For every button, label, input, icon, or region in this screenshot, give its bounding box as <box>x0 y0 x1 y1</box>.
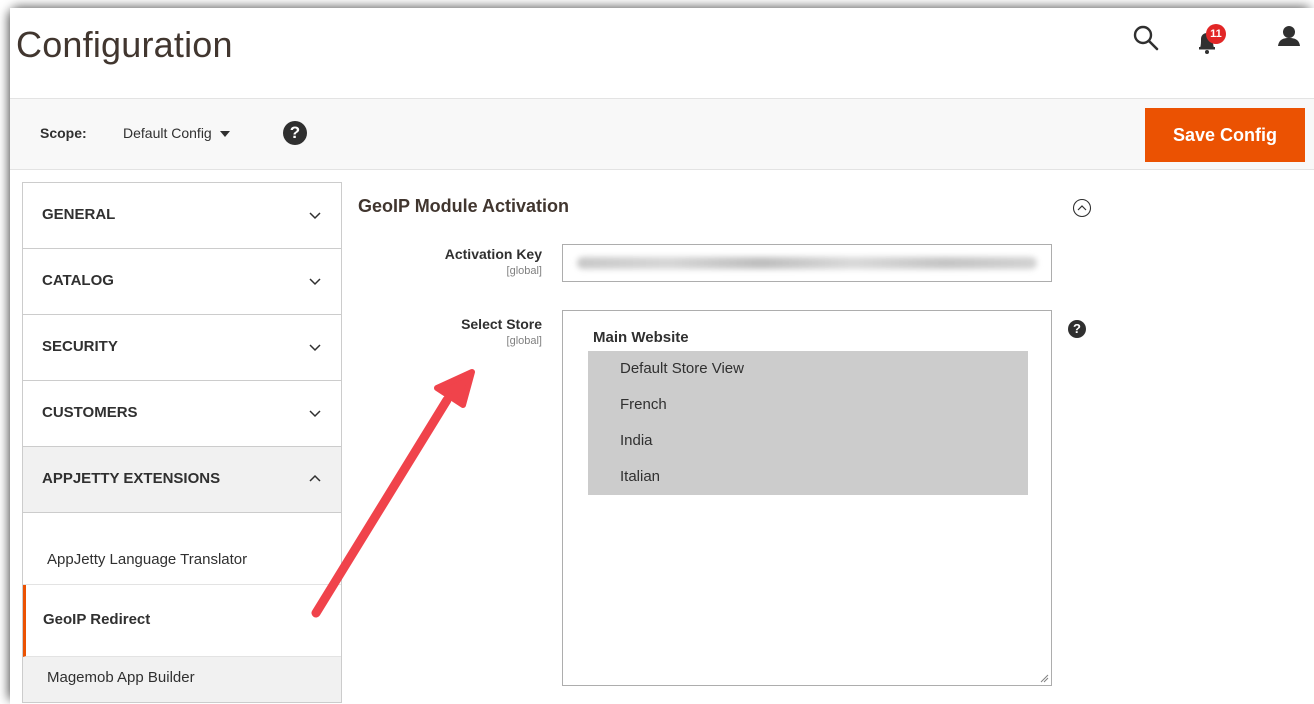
store-option-label: India <box>620 432 653 449</box>
store-option[interactable]: Italian <box>588 459 1028 495</box>
section-title[interactable]: GeoIP Module Activation <box>358 196 569 217</box>
select-store-label: Select Store <box>461 316 542 332</box>
page-header: Configuration 11 <box>10 8 1314 99</box>
chevron-down-icon <box>219 131 230 138</box>
config-sidebar: GENERAL CATALOG SECURITY CUSTOMERS APPJE… <box>22 182 342 703</box>
scope-bar: Scope: Default Config ? <box>10 99 1314 170</box>
store-option-label: Italian <box>620 468 661 485</box>
sidebar-item-label: AppJetty Language Translator <box>47 551 248 568</box>
store-option-label: Default Store View <box>620 360 744 377</box>
store-option-label: French <box>620 396 667 413</box>
store-group-label: Main Website <box>593 329 689 346</box>
scope-value: Default Config <box>123 125 212 141</box>
page-title: Configuration <box>16 24 233 65</box>
store-option[interactable]: French <box>588 387 1028 423</box>
notification-badge: 11 <box>1206 24 1226 44</box>
tab-label: CUSTOMERS <box>42 404 138 421</box>
tab-label: APPJETTY EXTENSIONS <box>42 470 221 487</box>
tab-general[interactable]: GENERAL <box>22 182 342 248</box>
scope-switcher[interactable]: Default Config <box>123 125 230 141</box>
extension-list: AppJetty Language Translator GeoIP Redir… <box>22 512 342 703</box>
tab-catalog[interactable]: CATALOG <box>22 248 342 314</box>
store-option[interactable]: India <box>588 423 1028 459</box>
save-config-button[interactable]: Save Config <box>1145 108 1305 162</box>
activation-key-input[interactable] <box>562 244 1052 282</box>
resize-handle-icon[interactable] <box>1039 673 1049 683</box>
sidebar-item-language-translator[interactable]: AppJetty Language Translator <box>23 513 341 585</box>
sidebar-item-label: Magemob App Builder <box>47 669 195 686</box>
scope-label: Scope: <box>40 125 87 141</box>
tab-customers[interactable]: CUSTOMERS <box>22 380 342 446</box>
help-icon[interactable]: ? <box>1068 320 1086 338</box>
chevron-up-icon <box>309 474 321 482</box>
store-option[interactable]: Default Store View <box>588 351 1028 387</box>
tab-label: GENERAL <box>42 206 116 223</box>
tab-security[interactable]: SECURITY <box>22 314 342 380</box>
chevron-down-icon <box>309 344 321 352</box>
select-store-scope: [global] <box>506 335 542 347</box>
user-icon[interactable] <box>1274 24 1304 52</box>
sidebar-item-label: GeoIP Redirect <box>43 611 151 628</box>
search-icon[interactable] <box>1132 24 1160 52</box>
config-section: GeoIP Module Activation Activation Key [… <box>350 182 1110 704</box>
blurred-key-value <box>577 257 1037 269</box>
chevron-down-icon <box>309 278 321 286</box>
tab-label: SECURITY <box>42 338 118 355</box>
chevron-down-icon <box>309 212 321 220</box>
store-multiselect[interactable]: Main Website Default Store View French I… <box>562 310 1052 686</box>
activation-key-scope: [global] <box>506 265 542 277</box>
sidebar-item-magemob-app-builder[interactable]: Magemob App Builder <box>23 657 341 702</box>
collapse-icon[interactable] <box>1072 198 1092 218</box>
help-icon[interactable]: ? <box>283 121 307 145</box>
tab-appjetty-extensions[interactable]: APPJETTY EXTENSIONS <box>22 446 342 512</box>
bell-icon[interactable]: 11 <box>1196 24 1232 54</box>
sidebar-item-geoip-redirect[interactable]: GeoIP Redirect <box>23 585 341 657</box>
app-window: Configuration 11 Scope: Default Config ?… <box>10 8 1314 704</box>
tab-label: CATALOG <box>42 272 114 289</box>
chevron-down-icon <box>309 410 321 418</box>
activation-key-label: Activation Key <box>444 246 542 262</box>
